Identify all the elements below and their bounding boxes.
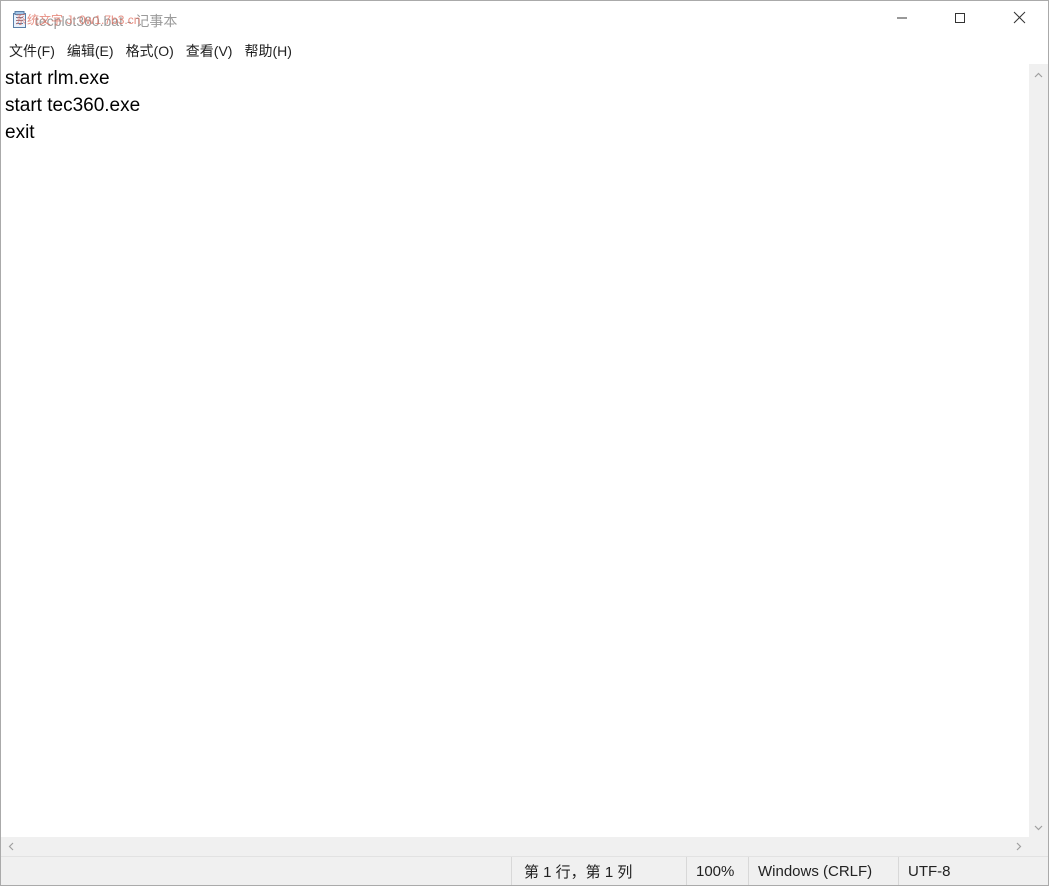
- status-cursor-position: 第 1 行，第 1 列: [511, 857, 686, 885]
- maximize-icon: [954, 11, 966, 29]
- minimize-icon: [896, 11, 908, 29]
- menu-file[interactable]: 文件(F): [3, 39, 61, 63]
- menu-view[interactable]: 查看(V): [180, 39, 239, 63]
- status-bar: 第 1 行，第 1 列 100% Windows (CRLF) UTF-8: [1, 856, 1048, 885]
- text-editor[interactable]: start rlm.exe start tec360.exe exit: [1, 64, 1029, 837]
- chevron-right-icon: [1016, 838, 1022, 856]
- title-bar[interactable]: tecplot360.bat - 记事本 系统文字 J: 0w1.7b3.cn: [1, 1, 1048, 39]
- scrollbar-corner: [1029, 837, 1048, 856]
- watermark-text: 系统文字 J: 0w1.7b3.cn: [15, 13, 141, 27]
- editor-line: start tec360.exe: [5, 95, 141, 116]
- menu-bar: 文件(F) 编辑(E) 格式(O) 查看(V) 帮助(H): [1, 39, 1048, 63]
- menu-format[interactable]: 格式(O): [120, 39, 180, 63]
- close-icon: [1013, 11, 1026, 29]
- close-button[interactable]: [990, 1, 1048, 39]
- scroll-up-button[interactable]: [1029, 64, 1048, 84]
- scroll-down-button[interactable]: [1029, 817, 1048, 837]
- status-zoom: 100%: [686, 857, 748, 885]
- editor-line: exit: [5, 122, 35, 143]
- status-encoding: UTF-8: [898, 857, 1048, 885]
- status-line-ending: Windows (CRLF): [748, 857, 898, 885]
- horizontal-scrollbar[interactable]: [1, 837, 1029, 856]
- chevron-up-icon: [1034, 65, 1043, 83]
- scroll-right-button[interactable]: [1009, 837, 1029, 856]
- menu-edit[interactable]: 编辑(E): [61, 39, 120, 63]
- minimize-button[interactable]: [873, 1, 931, 39]
- notepad-window: tecplot360.bat - 记事本 系统文字 J: 0w1.7b3.cn …: [0, 0, 1049, 886]
- editor-line: start rlm.exe: [5, 68, 110, 89]
- scroll-left-button[interactable]: [1, 837, 21, 856]
- chevron-down-icon: [1034, 818, 1043, 836]
- vertical-scrollbar[interactable]: [1029, 64, 1048, 837]
- chevron-left-icon: [8, 838, 14, 856]
- maximize-button[interactable]: [931, 1, 989, 39]
- menu-help[interactable]: 帮助(H): [238, 39, 297, 63]
